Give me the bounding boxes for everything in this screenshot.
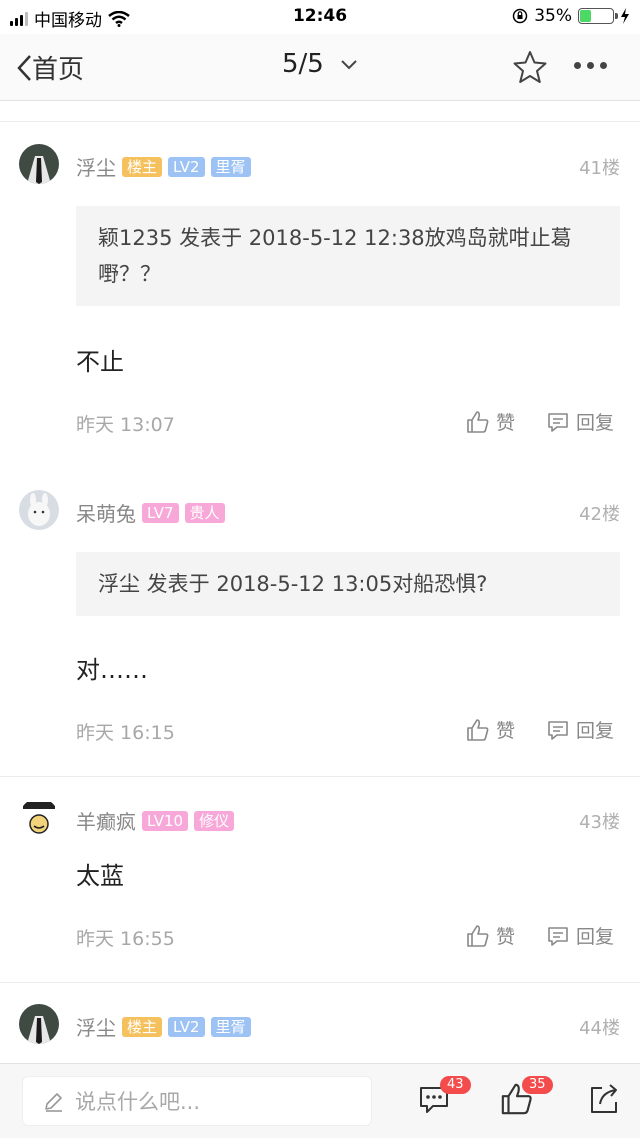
pencil-icon: [45, 1093, 62, 1112]
post-time: 昨天 16:55: [76, 928, 175, 950]
charging-icon: [621, 8, 629, 24]
like-button[interactable]: 赞: [466, 716, 515, 743]
user-row: 呆萌兔 LV7 贵人: [76, 498, 225, 527]
host-badge: 楼主: [122, 156, 163, 177]
reply-icon: [548, 412, 568, 432]
battery-percent: 35%: [534, 6, 572, 26]
page-indicator: 5/5: [281, 49, 324, 79]
share-button[interactable]: [588, 1082, 620, 1120]
level-badge: LV2: [168, 1016, 205, 1037]
reply-icon: [548, 926, 568, 946]
reply-label: 回复: [576, 720, 615, 742]
post-content: 对……: [76, 656, 148, 684]
reply-label: 回复: [576, 412, 615, 434]
rank-badge: 修仪: [194, 810, 235, 831]
host-badge: 楼主: [122, 1016, 163, 1037]
more-icon[interactable]: [574, 62, 607, 69]
comment-input[interactable]: 说点什么吧...: [22, 1076, 372, 1126]
quote-block: 浮尘 发表于 2018-5-12 13:05对船恐惧?: [76, 552, 620, 616]
user-row: 浮尘 楼主 LV2 里胥: [76, 1012, 251, 1041]
username[interactable]: 呆萌兔: [76, 498, 136, 527]
divider: [0, 776, 640, 777]
input-placeholder: 说点什么吧...: [75, 1090, 201, 1114]
floor-number: 44楼: [579, 1018, 620, 1039]
like-button[interactable]: 赞: [466, 922, 515, 949]
avatar[interactable]: [19, 490, 59, 530]
post-time: 昨天 13:07: [76, 414, 175, 436]
post-content: 不止: [76, 348, 124, 376]
reply-label: 回复: [576, 926, 615, 948]
reply-button[interactable]: 回复: [546, 716, 614, 743]
level-badge: LV10: [142, 810, 189, 831]
battery-icon: [578, 8, 618, 24]
likes-count-badge: 35: [522, 1076, 553, 1094]
user-row: 浮尘 楼主 LV2 里胥: [76, 152, 251, 181]
star-icon[interactable]: [512, 50, 548, 84]
reply-button[interactable]: 回复: [546, 408, 614, 435]
username[interactable]: 浮尘: [76, 152, 116, 181]
likes-button[interactable]: 35: [500, 1076, 553, 1120]
like-label: 赞: [496, 926, 516, 948]
lock-rotation-icon: [512, 8, 528, 24]
comments-count-badge: 43: [440, 1076, 471, 1094]
reply-icon: [548, 720, 568, 740]
rank-badge: 里胥: [210, 156, 251, 177]
like-icon: [467, 410, 489, 433]
avatar[interactable]: [19, 144, 59, 184]
bottom-bar: 说点什么吧... 43 35: [0, 1063, 640, 1138]
reply-button[interactable]: 回复: [546, 922, 614, 949]
rank-badge: 贵人: [184, 502, 225, 523]
username[interactable]: 浮尘: [76, 1012, 116, 1041]
floor-number: 42楼: [579, 504, 620, 525]
username[interactable]: 羊癫疯: [76, 806, 136, 835]
user-row: 羊癫疯 LV10 修仪: [76, 806, 235, 835]
floor-number: 43楼: [579, 812, 620, 833]
level-badge: LV2: [168, 156, 205, 177]
like-icon: [467, 924, 489, 947]
like-button[interactable]: 赞: [466, 408, 515, 435]
like-label: 赞: [496, 412, 516, 434]
like-label: 赞: [496, 720, 516, 742]
avatar[interactable]: [19, 798, 59, 838]
avatar[interactable]: [19, 1004, 59, 1044]
nav-bar: 首页 5/5: [0, 34, 640, 101]
dropdown-chevron-icon: [341, 59, 357, 69]
post-time: 昨天 16:15: [76, 722, 175, 744]
rank-badge: 里胥: [210, 1016, 251, 1037]
level-badge: LV7: [142, 502, 179, 523]
divider: [0, 121, 640, 122]
status-bar: 中国移动 12:46 35%: [0, 0, 640, 34]
divider: [0, 982, 640, 983]
like-icon: [467, 718, 489, 741]
post-content: 太蓝: [76, 862, 124, 890]
quote-block: 颖1235 发表于 2018-5-12 12:38放鸡岛就咁止葛嘢？？: [76, 206, 620, 306]
share-icon: [591, 1084, 617, 1113]
comments-button[interactable]: 43: [418, 1076, 471, 1120]
floor-number: 41楼: [579, 158, 620, 179]
